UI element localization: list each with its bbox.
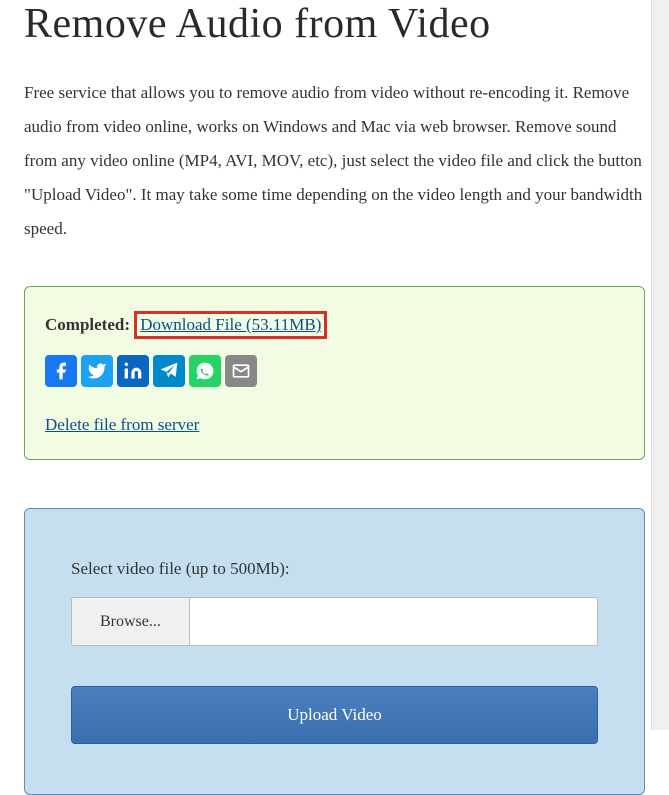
upload-label: Select video file (up to 500Mb): xyxy=(71,559,598,579)
status-line: Completed: Download File (53.11MB) xyxy=(45,311,624,339)
upload-box: Select video file (up to 500Mb): Browse.… xyxy=(24,508,645,795)
linkedin-icon[interactable] xyxy=(117,355,149,387)
telegram-icon[interactable] xyxy=(153,355,185,387)
delete-link[interactable]: Delete file from server xyxy=(45,415,199,434)
page-title: Remove Audio from Video xyxy=(24,0,645,48)
file-name-display xyxy=(190,597,598,646)
file-input-wrapper: Browse... xyxy=(71,597,598,646)
email-icon[interactable] xyxy=(225,355,257,387)
page-description: Free service that allows you to remove a… xyxy=(24,76,645,246)
upload-button[interactable]: Upload Video xyxy=(71,686,598,744)
whatsapp-icon[interactable] xyxy=(189,355,221,387)
social-icons xyxy=(45,355,624,387)
facebook-icon[interactable] xyxy=(45,355,77,387)
status-box: Completed: Download File (53.11MB) xyxy=(24,286,645,460)
scrollbar-track[interactable] xyxy=(651,0,669,730)
twitter-icon[interactable] xyxy=(81,355,113,387)
status-label: Completed: xyxy=(45,315,130,334)
download-link[interactable]: Download File (53.11MB) xyxy=(134,311,327,339)
browse-button[interactable]: Browse... xyxy=(71,597,190,646)
